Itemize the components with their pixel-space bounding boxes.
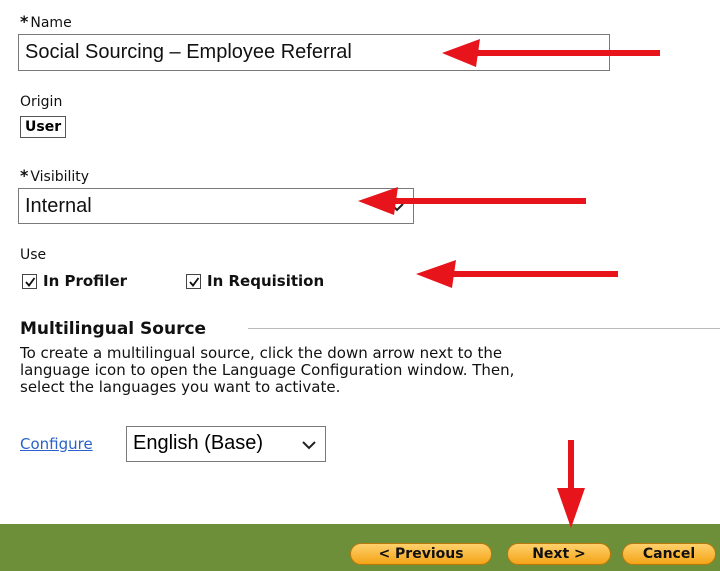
origin-value: User [20, 116, 67, 138]
name-label: * Name [20, 12, 72, 31]
origin-label: Origin [20, 94, 63, 110]
checkmark-icon [189, 276, 200, 287]
multilingual-section-title: Multilingual Source [20, 319, 207, 339]
in-profiler-label: In Profiler [43, 272, 128, 290]
configure-link[interactable]: Configure [20, 435, 93, 453]
annotation-arrow-next [557, 440, 585, 528]
next-button[interactable]: Next > [507, 543, 611, 565]
required-mark: * [20, 12, 29, 31]
checkmark-icon [25, 276, 36, 287]
visibility-select[interactable]: Internal [18, 188, 414, 224]
use-label: Use [20, 247, 47, 263]
visibility-label: * Visibility [20, 166, 90, 185]
multilingual-help-text: To create a multilingual source, click t… [20, 344, 515, 396]
in-requisition-checkbox[interactable] [186, 273, 201, 289]
section-divider [248, 328, 720, 329]
required-mark: * [20, 166, 29, 185]
language-select[interactable]: English (Base) [126, 426, 326, 462]
in-requisition-option[interactable]: In Requisition [186, 272, 324, 290]
cancel-button[interactable]: Cancel [622, 543, 716, 565]
chevron-down-icon [301, 435, 317, 459]
in-profiler-option[interactable]: In Profiler [22, 272, 127, 290]
in-requisition-label: In Requisition [207, 272, 325, 290]
annotation-arrow-name [442, 39, 660, 67]
in-profiler-checkbox[interactable] [22, 273, 37, 289]
annotation-arrow-visibility [358, 187, 586, 215]
previous-button[interactable]: < Previous [350, 543, 492, 565]
annotation-arrow-use [416, 260, 618, 288]
